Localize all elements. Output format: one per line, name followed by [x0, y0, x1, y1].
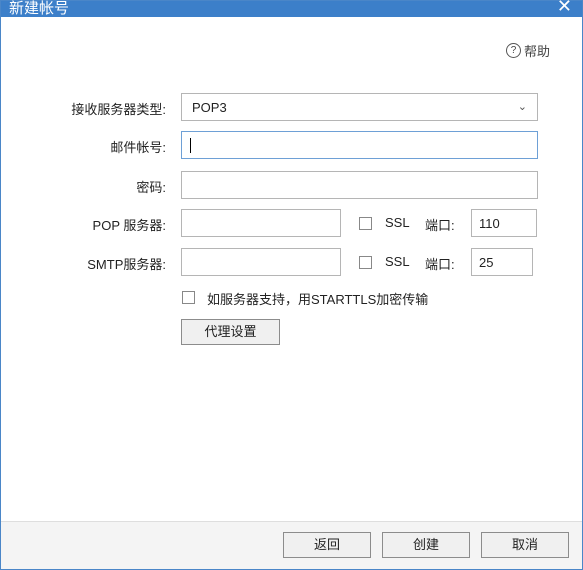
server-type-value: POP3: [192, 100, 227, 115]
account-label: 邮件帐号:: [110, 140, 166, 155]
create-button[interactable]: 创建: [382, 532, 470, 558]
password-input[interactable]: [181, 171, 538, 199]
server-type-label: 接收服务器类型:: [71, 102, 166, 117]
proxy-settings-button[interactable]: 代理设置: [181, 319, 280, 345]
smtp-ssl-label: SSL: [385, 254, 410, 269]
pop-port-label: 端口:: [425, 218, 455, 233]
new-account-dialog: 新建帐号 ✕ ? 帮助 接收服务器类型: POP3 ⌄ 邮件帐号: 密码: PO…: [0, 0, 583, 570]
starttls-checkbox[interactable]: [182, 291, 195, 304]
pop-server-input[interactable]: [181, 209, 341, 237]
help-link[interactable]: ? 帮助: [505, 41, 550, 60]
pop-ssl-checkbox[interactable]: [359, 217, 372, 230]
text-caret: [190, 138, 191, 153]
back-button[interactable]: 返回: [283, 532, 371, 558]
pop-server-label: POP 服务器:: [92, 218, 166, 233]
starttls-label: 如服务器支持，用STARTTLS加密传输: [207, 292, 429, 307]
close-icon[interactable]: ✕: [557, 0, 572, 16]
cancel-button[interactable]: 取消: [481, 532, 569, 558]
chevron-down-icon: ⌄: [517, 101, 527, 113]
smtp-port-label: 端口:: [425, 257, 455, 272]
dialog-title: 新建帐号: [9, 0, 70, 17]
question-circle-icon: ?: [505, 43, 521, 58]
pop-port-input[interactable]: 110: [471, 209, 537, 237]
dialog-footer: 返回 创建 取消: [1, 521, 582, 569]
smtp-ssl-checkbox[interactable]: [359, 256, 372, 269]
pop-ssl-label: SSL: [385, 215, 410, 230]
server-type-select[interactable]: POP3 ⌄: [181, 93, 538, 121]
title-bar: 新建帐号 ✕: [1, 0, 582, 17]
password-label: 密码:: [136, 180, 166, 195]
smtp-server-label: SMTP服务器:: [87, 257, 166, 272]
account-input[interactable]: [181, 131, 538, 159]
help-label: 帮助: [523, 44, 550, 59]
smtp-port-input[interactable]: 25: [471, 248, 533, 276]
smtp-server-input[interactable]: [181, 248, 341, 276]
